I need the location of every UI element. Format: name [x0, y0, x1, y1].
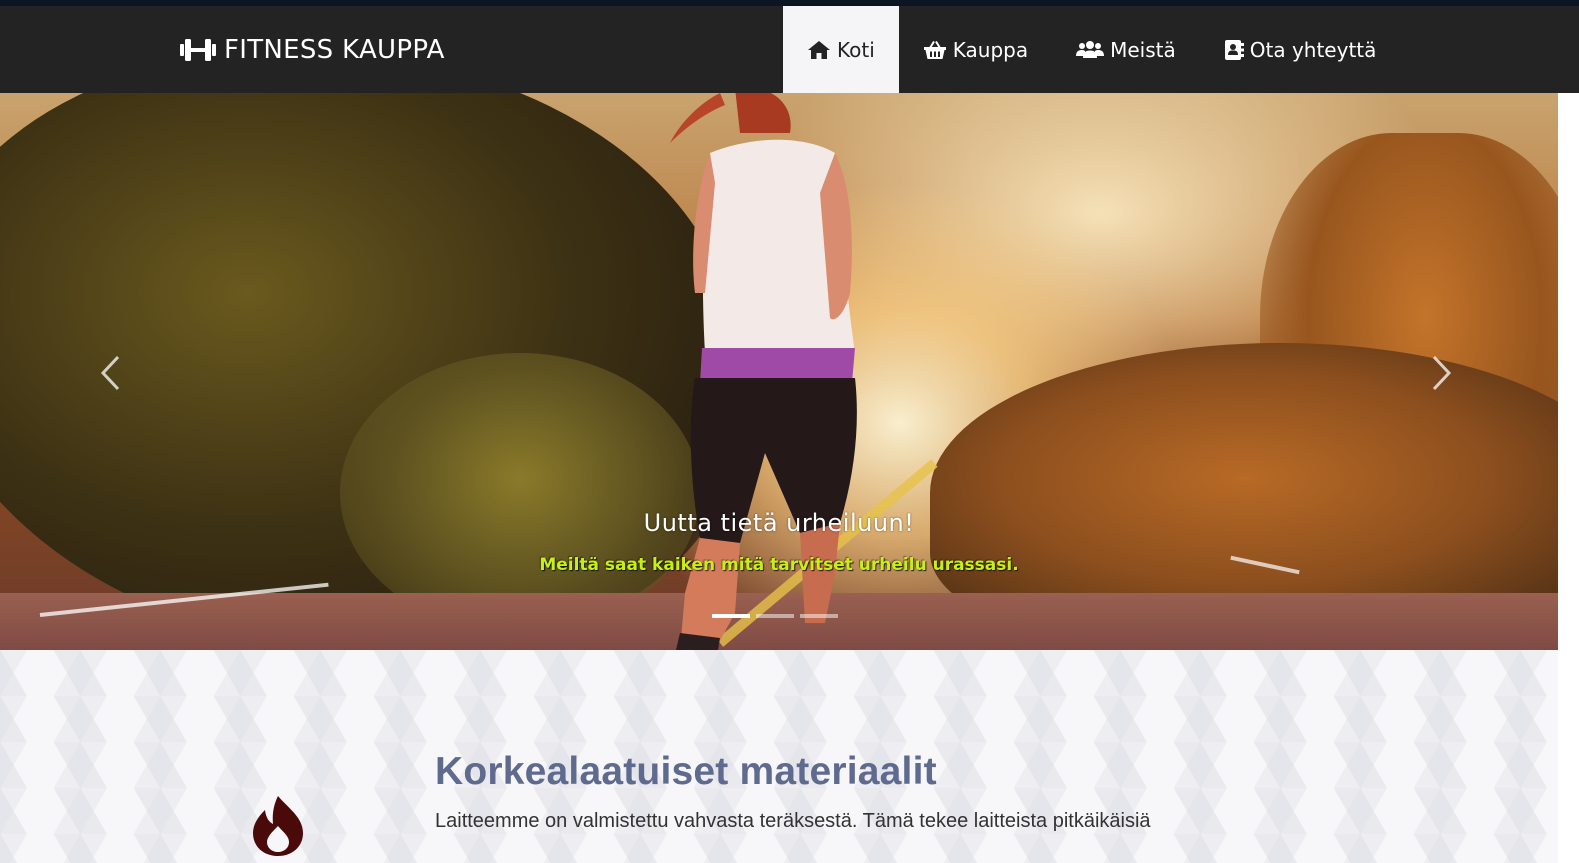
- carousel-indicators: [712, 614, 838, 618]
- carousel-indicator-3[interactable]: [800, 614, 838, 618]
- address-book-icon: [1224, 39, 1244, 60]
- nav-label: Koti: [837, 37, 875, 62]
- nav-item-ota-yhteytta[interactable]: Ota yhteyttä: [1200, 6, 1401, 93]
- feature-section: Korkealaatuiset materiaalit Laitteemme o…: [0, 650, 1558, 863]
- home-icon: [808, 40, 830, 59]
- brand-name: FITNESS KAUPPA: [224, 34, 445, 65]
- carousel-indicator-1[interactable]: [712, 614, 750, 618]
- nav-item-koti[interactable]: Koti: [783, 6, 899, 93]
- carousel-caption-subtitle: Meiltä saat kaiken mitä tarvitset urheil…: [539, 555, 1019, 575]
- basket-icon: [923, 40, 946, 59]
- chevron-right-icon: [1432, 355, 1452, 391]
- brand-link[interactable]: FITNESS KAUPPA: [180, 6, 445, 93]
- users-icon: [1076, 40, 1105, 58]
- chevron-left-icon: [100, 355, 120, 391]
- carousel-indicator-2[interactable]: [756, 614, 794, 618]
- nav-label: Kauppa: [952, 37, 1029, 62]
- navbar: FITNESS KAUPPA Koti Kauppa Meistä Ota yh…: [0, 6, 1579, 93]
- hero-carousel: Uutta tietä urheiluun! Meiltä saat kaike…: [0, 93, 1558, 650]
- page-scrollbar[interactable]: [1558, 366, 1579, 863]
- nav-label: Meistä: [1110, 37, 1176, 62]
- nav-item-kauppa[interactable]: Kauppa: [899, 6, 1052, 93]
- nav-label: Ota yhteyttä: [1249, 37, 1377, 62]
- dumbbell-icon: [180, 38, 216, 61]
- carousel-caption-title: Uutta tietä urheiluun!: [643, 509, 915, 537]
- carousel-prev-button[interactable]: [98, 355, 124, 395]
- carousel-next-button[interactable]: [1428, 355, 1454, 395]
- fire-icon: [253, 796, 303, 856]
- feature-text: Laitteemme on valmistettu vahvasta teräk…: [435, 810, 1151, 832]
- feature-title: Korkealaatuiset materiaalit: [435, 750, 937, 793]
- main-nav: Koti Kauppa Meistä Ota yhteyttä: [783, 6, 1400, 93]
- nav-item-meista[interactable]: Meistä: [1052, 6, 1200, 93]
